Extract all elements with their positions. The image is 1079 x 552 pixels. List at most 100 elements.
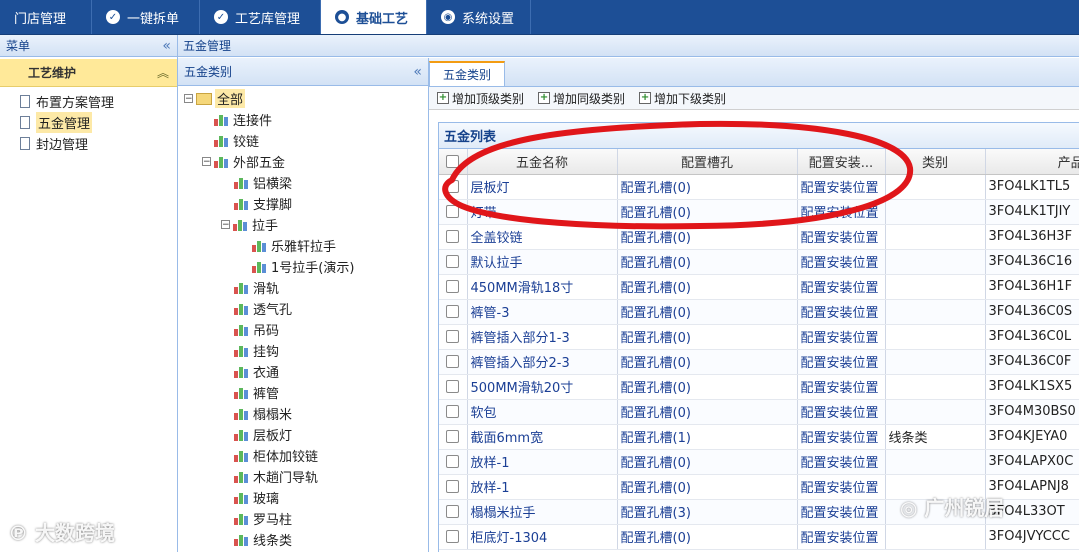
collapse-toggle-icon[interactable]: − — [184, 94, 193, 104]
tree-node[interactable]: 木趟门导轨 — [178, 466, 428, 487]
column-header-category[interactable]: 类别 — [885, 149, 986, 175]
tree-node[interactable]: 玻璃 — [178, 487, 428, 508]
cell-name[interactable]: 放样-1 — [467, 449, 618, 475]
row-checkbox[interactable] — [439, 524, 468, 550]
collapse-icon[interactable]: « — [162, 38, 171, 54]
row-checkbox[interactable] — [439, 174, 468, 200]
collapse-icon[interactable]: « — [413, 64, 422, 80]
tree-node[interactable]: 挂钩 — [178, 340, 428, 361]
configure-install-link[interactable]: 配置安装位置 — [797, 374, 886, 400]
configure-install-link[interactable]: 配置安装位置 — [797, 274, 886, 300]
configure-slot-link[interactable]: 配置孔槽(0) — [617, 474, 798, 500]
cell-name[interactable]: 软包 — [467, 399, 618, 425]
configure-slot-link[interactable]: 配置孔槽(0) — [617, 324, 798, 350]
table-row[interactable]: 放样-1 配置孔槽(0) 配置安装位置 3FO4LAPX0C — [439, 449, 1079, 475]
cell-name[interactable]: 榻榻米拉手 — [467, 499, 618, 525]
configure-install-link[interactable]: 配置安装位置 — [797, 449, 886, 475]
add-child-category-button[interactable]: + 增加下级类别 — [639, 90, 726, 107]
cell-name[interactable]: 默认拉手 — [467, 249, 618, 275]
table-row[interactable]: 软包 配置孔槽(0) 配置安装位置 3FO4M30BS0 — [439, 399, 1079, 425]
tree-node[interactable]: − 拉手 — [178, 214, 428, 235]
table-row[interactable]: 放样-1 配置孔槽(0) 配置安装位置 3FO4LAPNJ8 — [439, 474, 1079, 500]
tree-node[interactable]: 连接件 — [178, 109, 428, 130]
table-row[interactable]: 裤管插入部分1-3 配置孔槽(0) 配置安装位置 3FO4L36C0L — [439, 324, 1079, 350]
tab-hardware-category[interactable]: 五金类别 — [429, 61, 505, 86]
menu-group-process-maintenance[interactable]: 工艺维护 ︽ — [0, 59, 177, 87]
configure-slot-link[interactable]: 配置孔槽(1) — [617, 424, 798, 450]
add-top-category-button[interactable]: + 增加顶级类别 — [437, 90, 524, 107]
configure-slot-link[interactable]: 配置孔槽(0) — [617, 274, 798, 300]
row-checkbox[interactable] — [439, 399, 468, 425]
table-row[interactable]: 500MM滑轨20寸 配置孔槽(0) 配置安装位置 3FO4LK1SX5 — [439, 374, 1079, 400]
cell-name[interactable]: 全盖铰链 — [467, 224, 618, 250]
cell-name[interactable]: 裤管插入部分2-3 — [467, 349, 618, 375]
column-header-slot[interactable]: 配置槽孔 — [617, 149, 798, 175]
tree-node[interactable]: 线条类 — [178, 529, 428, 550]
configure-install-link[interactable]: 配置安装位置 — [797, 349, 886, 375]
cell-name[interactable]: 裤管-3 — [467, 299, 618, 325]
column-header-install[interactable]: 配置安装... — [797, 149, 886, 175]
tree-node[interactable]: 透气孔 — [178, 298, 428, 319]
configure-install-link[interactable]: 配置安装位置 — [797, 174, 886, 200]
configure-slot-link[interactable]: 配置孔槽(3) — [617, 499, 798, 525]
cell-name[interactable]: 500MM滑轨20寸 — [467, 374, 618, 400]
tree-node[interactable]: 罗马柱 — [178, 508, 428, 529]
menu-item-layout-plan[interactable]: 布置方案管理 — [0, 91, 177, 112]
table-row[interactable]: 灯带 配置孔槽(0) 配置安装位置 3FO4LK1TJIY — [439, 199, 1079, 225]
row-checkbox[interactable] — [439, 374, 468, 400]
menu-item-edge-banding[interactable]: 封边管理 — [0, 133, 177, 154]
row-checkbox[interactable] — [439, 474, 468, 500]
add-sibling-category-button[interactable]: + 增加同级类别 — [538, 90, 625, 107]
table-row[interactable]: 全盖铰链 配置孔槽(0) 配置安装位置 3FO4L36H3F — [439, 224, 1079, 250]
column-header-product-id[interactable]: 产品id — [985, 149, 1079, 175]
collapse-toggle-icon[interactable]: − — [221, 220, 230, 230]
tab-process-library[interactable]: ✓ 工艺库管理 — [200, 0, 321, 34]
table-row[interactable]: 450MM滑轨18寸 配置孔槽(0) 配置安装位置 3FO4L36H1F — [439, 274, 1079, 300]
configure-install-link[interactable]: 配置安装位置 — [797, 499, 886, 525]
cell-name[interactable]: 柜底灯-1304 — [467, 524, 618, 550]
row-checkbox[interactable] — [439, 349, 468, 375]
tree-node-root[interactable]: − 全部 — [178, 88, 428, 109]
configure-slot-link[interactable]: 配置孔槽(0) — [617, 224, 798, 250]
tab-store-management[interactable]: 门店管理 — [0, 0, 92, 34]
collapse-toggle-icon[interactable]: − — [202, 157, 211, 167]
tree-node[interactable]: 衣通 — [178, 361, 428, 382]
tree-node[interactable]: 裤管 — [178, 382, 428, 403]
configure-slot-link[interactable]: 配置孔槽(0) — [617, 399, 798, 425]
tree-node[interactable]: 吊码 — [178, 319, 428, 340]
cell-name[interactable]: 层板灯 — [467, 174, 618, 200]
cell-name[interactable]: 放样-1 — [467, 474, 618, 500]
configure-install-link[interactable]: 配置安装位置 — [797, 324, 886, 350]
collapse-up-icon[interactable]: ︽ — [157, 64, 169, 81]
configure-slot-link[interactable]: 配置孔槽(0) — [617, 349, 798, 375]
row-checkbox[interactable] — [439, 324, 468, 350]
tree-node[interactable]: 层板灯 — [178, 424, 428, 445]
tree-node[interactable]: 铰链 — [178, 130, 428, 151]
select-all-checkbox[interactable] — [439, 149, 468, 175]
tree-node[interactable]: 铝横梁 — [178, 172, 428, 193]
column-header-name[interactable]: 五金名称 — [467, 149, 618, 175]
tab-one-click-split[interactable]: ✓ 一键拆单 — [92, 0, 200, 34]
configure-install-link[interactable]: 配置安装位置 — [797, 474, 886, 500]
configure-slot-link[interactable]: 配置孔槽(0) — [617, 174, 798, 200]
tab-system-settings[interactable]: ◉ 系统设置 — [427, 0, 531, 34]
tree-node[interactable]: 1号拉手(演示) — [178, 256, 428, 277]
configure-slot-link[interactable]: 配置孔槽(0) — [617, 374, 798, 400]
table-row[interactable]: 裤管-3 配置孔槽(0) 配置安装位置 3FO4L36C0S — [439, 299, 1079, 325]
configure-install-link[interactable]: 配置安装位置 — [797, 524, 886, 550]
tree-node[interactable]: 支撑脚 — [178, 193, 428, 214]
row-checkbox[interactable] — [439, 274, 468, 300]
configure-install-link[interactable]: 配置安装位置 — [797, 299, 886, 325]
configure-slot-link[interactable]: 配置孔槽(0) — [617, 524, 798, 550]
row-checkbox[interactable] — [439, 224, 468, 250]
configure-slot-link[interactable]: 配置孔槽(0) — [617, 249, 798, 275]
cell-name[interactable]: 450MM滑轨18寸 — [467, 274, 618, 300]
row-checkbox[interactable] — [439, 249, 468, 275]
table-row[interactable]: 榻榻米拉手 配置孔槽(3) 配置安装位置 3FO4L33OT — [439, 499, 1079, 525]
configure-slot-link[interactable]: 配置孔槽(0) — [617, 199, 798, 225]
table-row[interactable]: 柜底灯-1304 配置孔槽(0) 配置安装位置 3FO4JVYCCC — [439, 524, 1079, 550]
table-row[interactable]: 截面6mm宽 配置孔槽(1) 配置安装位置 线条类 3FO4KJEYA0 — [439, 424, 1079, 450]
row-checkbox[interactable] — [439, 449, 468, 475]
row-checkbox[interactable] — [439, 199, 468, 225]
table-row[interactable]: 裤管插入部分2-3 配置孔槽(0) 配置安装位置 3FO4L36C0F — [439, 349, 1079, 375]
